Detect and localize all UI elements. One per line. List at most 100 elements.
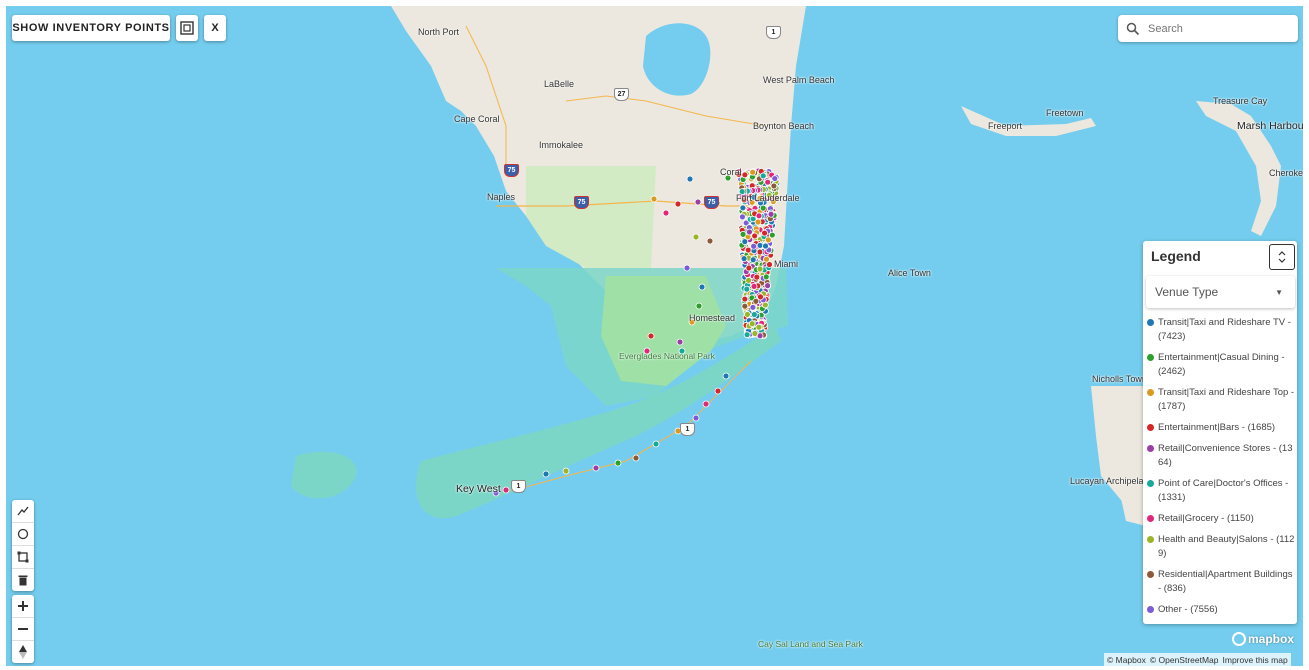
venue-type-dropdown[interactable]: Venue Type ▼ <box>1146 276 1295 308</box>
show-inventory-points-button[interactable]: SHOW INVENTORY POINTS <box>12 15 170 41</box>
inventory-point[interactable] <box>750 311 758 318</box>
delete-drawing-button[interactable] <box>12 569 34 591</box>
compass-icon <box>19 645 27 659</box>
inventory-point[interactable] <box>739 230 747 238</box>
inventory-point[interactable] <box>714 387 722 395</box>
inventory-point[interactable] <box>749 303 757 311</box>
inventory-point[interactable] <box>756 248 764 256</box>
chevron-collapse-icon <box>1278 251 1286 263</box>
inventory-point[interactable] <box>745 276 752 284</box>
legend-item-label: Other - (7556) <box>1158 604 1218 615</box>
inventory-point[interactable] <box>753 273 761 281</box>
inventory-point[interactable] <box>694 198 702 206</box>
zoom-out-button[interactable] <box>12 618 34 641</box>
legend-color-dot <box>1147 354 1154 361</box>
inventory-point[interactable] <box>759 172 767 180</box>
legend-color-dot <box>1147 445 1154 452</box>
inventory-point[interactable] <box>770 182 778 190</box>
inventory-point[interactable] <box>592 464 600 472</box>
inventory-point[interactable] <box>743 285 751 293</box>
inventory-point[interactable] <box>652 440 660 448</box>
inventory-point[interactable] <box>743 331 751 339</box>
inventory-point[interactable] <box>762 273 770 281</box>
legend-collapse-button[interactable] <box>1269 244 1295 270</box>
inventory-point[interactable] <box>683 264 691 272</box>
inventory-point[interactable] <box>754 218 762 226</box>
inventory-point[interactable] <box>740 255 748 263</box>
inventory-point[interactable] <box>686 175 694 183</box>
attribution-osm[interactable]: © OpenStreetMap <box>1150 655 1219 665</box>
fit-bounds-button[interactable] <box>176 15 198 41</box>
inventory-point[interactable] <box>755 212 763 220</box>
inventory-point[interactable] <box>614 459 622 467</box>
inventory-point[interactable] <box>698 283 706 291</box>
inventory-point[interactable] <box>674 200 682 208</box>
inventory-point[interactable] <box>767 210 775 218</box>
inventory-point[interactable] <box>757 293 764 301</box>
inventory-point[interactable] <box>746 228 753 236</box>
inventory-point[interactable] <box>542 470 550 478</box>
attribution-mapbox[interactable]: © Mapbox <box>1107 655 1146 665</box>
inventory-point[interactable] <box>692 414 700 422</box>
inventory-point[interactable] <box>762 242 769 250</box>
close-button[interactable]: X <box>204 15 226 41</box>
inventory-point[interactable] <box>741 295 749 303</box>
improve-map-link[interactable]: Improve this map <box>1223 655 1288 665</box>
inventory-point[interactable] <box>751 232 759 240</box>
place-label: Everglades National Park <box>619 351 715 361</box>
inventory-point[interactable] <box>706 237 714 245</box>
inventory-point[interactable] <box>632 454 640 462</box>
inventory-point[interactable] <box>695 302 703 310</box>
draw-polygon-button[interactable] <box>12 546 34 569</box>
inventory-point[interactable] <box>502 486 510 494</box>
legend-color-dot <box>1147 480 1154 487</box>
inventory-point[interactable] <box>647 332 655 340</box>
legend-color-dot <box>1147 515 1154 522</box>
legend-item: Point of Care|Doctor's Offices - (1331) <box>1147 477 1295 505</box>
inventory-point[interactable] <box>745 264 753 272</box>
inventory-point[interactable] <box>751 330 759 337</box>
inventory-points-layer <box>492 167 781 497</box>
inventory-point[interactable] <box>650 195 658 203</box>
legend-item-label: Retail|Grocery - (1150) <box>1158 513 1254 524</box>
map-canvas[interactable]: North Port LaBelle Cape Coral Immokalee Napl… <box>6 6 1303 666</box>
inventory-point[interactable] <box>771 175 779 182</box>
draw-circle-button[interactable] <box>12 523 34 546</box>
inventory-point[interactable] <box>722 372 730 380</box>
inventory-point[interactable] <box>692 233 700 241</box>
mapbox-logo-icon <box>1232 632 1246 646</box>
mapbox-logo[interactable]: mapbox <box>1232 632 1294 646</box>
inventory-point[interactable] <box>749 168 757 176</box>
compass-button[interactable] <box>12 641 34 663</box>
inventory-point[interactable] <box>764 282 772 290</box>
inventory-point[interactable] <box>744 246 752 254</box>
inventory-point[interactable] <box>741 238 749 245</box>
legend-color-dot <box>1147 389 1154 396</box>
inventory-point[interactable] <box>748 320 756 328</box>
highway-shield: 27 <box>614 88 629 101</box>
inventory-point[interactable] <box>750 242 758 250</box>
inventory-point[interactable] <box>764 236 772 244</box>
inventory-point[interactable] <box>702 400 710 408</box>
circle-icon <box>17 528 29 540</box>
inventory-point[interactable] <box>676 338 684 346</box>
inventory-point[interactable] <box>755 323 763 331</box>
draw-line-button[interactable] <box>12 500 34 523</box>
inventory-point[interactable] <box>750 282 758 290</box>
zoom-in-button[interactable] <box>12 595 34 618</box>
inventory-point[interactable] <box>741 302 749 310</box>
search-input[interactable] <box>1146 21 1290 36</box>
inventory-point[interactable] <box>662 209 670 217</box>
inventory-point[interactable] <box>739 204 747 212</box>
inventory-point[interactable] <box>766 261 773 268</box>
inventory-point[interactable] <box>761 229 768 237</box>
inventory-point[interactable] <box>756 265 764 273</box>
inventory-point[interactable] <box>741 171 749 179</box>
inventory-point[interactable] <box>749 256 757 264</box>
inventory-point[interactable] <box>743 311 751 318</box>
inventory-point[interactable] <box>756 242 764 249</box>
minus-icon <box>18 628 28 630</box>
inventory-point[interactable] <box>739 213 746 221</box>
inventory-point[interactable] <box>764 178 772 186</box>
inventory-point[interactable] <box>562 467 570 475</box>
